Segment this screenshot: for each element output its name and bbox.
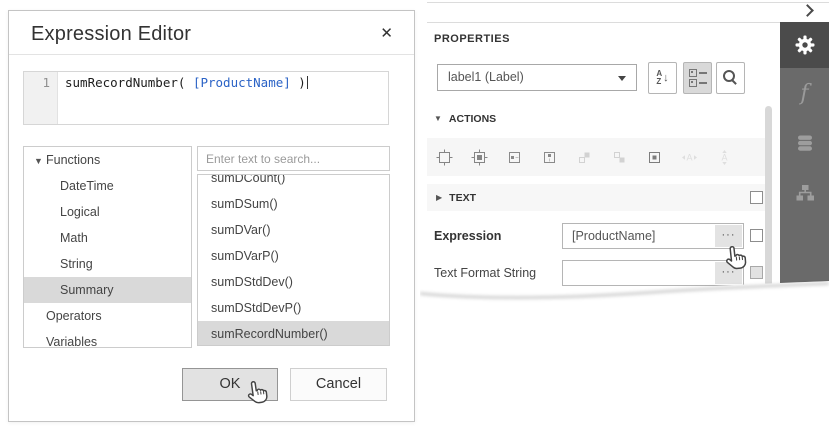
- category-view-icon: [689, 69, 707, 87]
- property-search-button[interactable]: [716, 62, 745, 94]
- expression-code-editor[interactable]: 1 sumRecordNumber( [ProductName] ): [23, 71, 389, 125]
- tree-item-datetime[interactable]: DateTime: [24, 173, 191, 199]
- tree-item-functions[interactable]: ▼Functions: [24, 147, 191, 173]
- function-item[interactable]: sumDStdDevP(): [198, 295, 389, 321]
- chevron-down-icon: [618, 76, 626, 81]
- tree-item-summary[interactable]: Summary: [24, 277, 191, 303]
- title-divider: [9, 54, 414, 55]
- tree-item-variables[interactable]: Variables: [24, 329, 191, 348]
- functions-list: sumDCount() sumDSum() sumDVar() sumDVarP…: [197, 174, 390, 346]
- text-format-string-checkbox[interactable]: [750, 266, 763, 279]
- panel-top-strip: [427, 2, 829, 23]
- code-field-token: [ProductName]: [193, 75, 291, 90]
- svg-text:A: A: [721, 152, 727, 162]
- center-vertically-button[interactable]: [541, 149, 558, 166]
- section-expand-icon: ▶: [436, 193, 442, 202]
- bring-to-front-button: [576, 149, 593, 166]
- function-item[interactable]: sumDStdDev(): [198, 269, 389, 295]
- tree-item-logical[interactable]: Logical: [24, 199, 191, 225]
- code-token: sumRecordNumber(: [65, 75, 193, 90]
- tree-item-label: Variables: [46, 335, 97, 348]
- function-item[interactable]: sumDVarP(): [198, 243, 389, 269]
- dialog-title: Expression Editor: [31, 23, 191, 46]
- cancel-button[interactable]: Cancel: [290, 368, 387, 401]
- text-section-checkbox[interactable]: [750, 191, 763, 204]
- sort-arrow-icon: ↓: [663, 73, 669, 84]
- auto-width-button: A: [681, 149, 698, 166]
- gear-icon: [793, 33, 817, 57]
- auto-height-button: A: [716, 149, 733, 166]
- text-format-string-input[interactable]: ···: [562, 260, 744, 286]
- function-item-selected[interactable]: sumRecordNumber(): [198, 321, 389, 346]
- tree-item-label: String: [60, 257, 93, 271]
- expression-editor-dialog: Expression Editor ✕ 1 sumRecordNumber( […: [8, 10, 415, 422]
- actions-toolbar: A A: [427, 138, 765, 176]
- properties-tab[interactable]: [780, 22, 829, 68]
- svg-text:A: A: [686, 152, 692, 162]
- center-horizontally-button[interactable]: [506, 149, 523, 166]
- tree-item-label: Summary: [60, 283, 113, 297]
- function-icon: f: [800, 81, 808, 106]
- function-item[interactable]: sumDSum(): [198, 191, 389, 217]
- line-number-gutter: 1: [24, 72, 58, 124]
- category-tree: ▼Functions DateTime Logical Math String …: [23, 146, 192, 348]
- function-item[interactable]: sumDVar(): [198, 217, 389, 243]
- expression-label: Expression: [434, 229, 501, 243]
- text-section-header[interactable]: ▶ TEXT: [427, 184, 765, 211]
- tree-item-label: Math: [60, 231, 88, 245]
- properties-panel: PROPERTIES label1 (Label) AZ ↓ ▼ ACTIONS: [420, 0, 829, 310]
- text-section-label: TEXT: [449, 192, 476, 204]
- expressions-tab[interactable]: f: [780, 68, 829, 118]
- sort-az-icon: AZ: [656, 70, 662, 86]
- tree-item-label: Logical: [60, 205, 100, 219]
- fit-bounds-button[interactable]: [471, 149, 488, 166]
- section-collapse-icon: ▼: [434, 114, 442, 123]
- search-input[interactable]: [197, 146, 390, 171]
- actions-label: ACTIONS: [449, 113, 496, 125]
- properties-header: PROPERTIES: [434, 33, 510, 45]
- text-format-string-label: Text Format String: [434, 266, 536, 280]
- search-icon: [723, 70, 735, 82]
- expand-arrow-icon[interactable]: ▼: [34, 148, 46, 174]
- expression-code: sumRecordNumber( [ProductName] ): [58, 72, 308, 124]
- tree-item-string[interactable]: String: [24, 251, 191, 277]
- tree-item-label: Operators: [46, 309, 102, 323]
- control-selector-dropdown[interactable]: label1 (Label): [437, 64, 637, 91]
- tree-item-operators[interactable]: Operators: [24, 303, 191, 329]
- code-token: ): [291, 75, 306, 90]
- tree-item-label: DateTime: [60, 179, 114, 193]
- hierarchy-icon: [795, 183, 815, 203]
- expression-ellipsis-button[interactable]: ···: [715, 225, 742, 247]
- close-icon[interactable]: ✕: [380, 24, 393, 42]
- expression-checkbox[interactable]: [750, 229, 763, 242]
- center-both-button[interactable]: [646, 149, 663, 166]
- scrollbar[interactable]: [765, 106, 772, 286]
- text-format-string-ellipsis-button[interactable]: ···: [715, 262, 742, 284]
- category-view-button[interactable]: [683, 62, 712, 94]
- function-item[interactable]: sumDCount(): [198, 174, 389, 191]
- actions-section-header[interactable]: ▼ ACTIONS: [434, 113, 496, 125]
- sort-az-button[interactable]: AZ ↓: [648, 62, 677, 94]
- expression-input[interactable]: [ProductName] ···: [562, 223, 744, 249]
- fit-to-container-button[interactable]: [436, 149, 453, 166]
- line-number: 1: [42, 75, 50, 90]
- screen: Expression Editor ✕ 1 sumRecordNumber( […: [0, 0, 829, 430]
- report-structure-tab[interactable]: [780, 168, 829, 218]
- selected-control-label: label1 (Label): [448, 70, 524, 84]
- text-caret: [307, 76, 308, 89]
- database-icon: [795, 133, 815, 153]
- send-to-back-button: [611, 149, 628, 166]
- ok-button[interactable]: OK: [182, 368, 278, 401]
- tree-item-math[interactable]: Math: [24, 225, 191, 251]
- designer-side-toolbar: f: [780, 22, 829, 310]
- expression-value: [ProductName]: [563, 229, 715, 243]
- field-list-tab[interactable]: [780, 118, 829, 168]
- tree-item-label: Functions: [46, 153, 100, 167]
